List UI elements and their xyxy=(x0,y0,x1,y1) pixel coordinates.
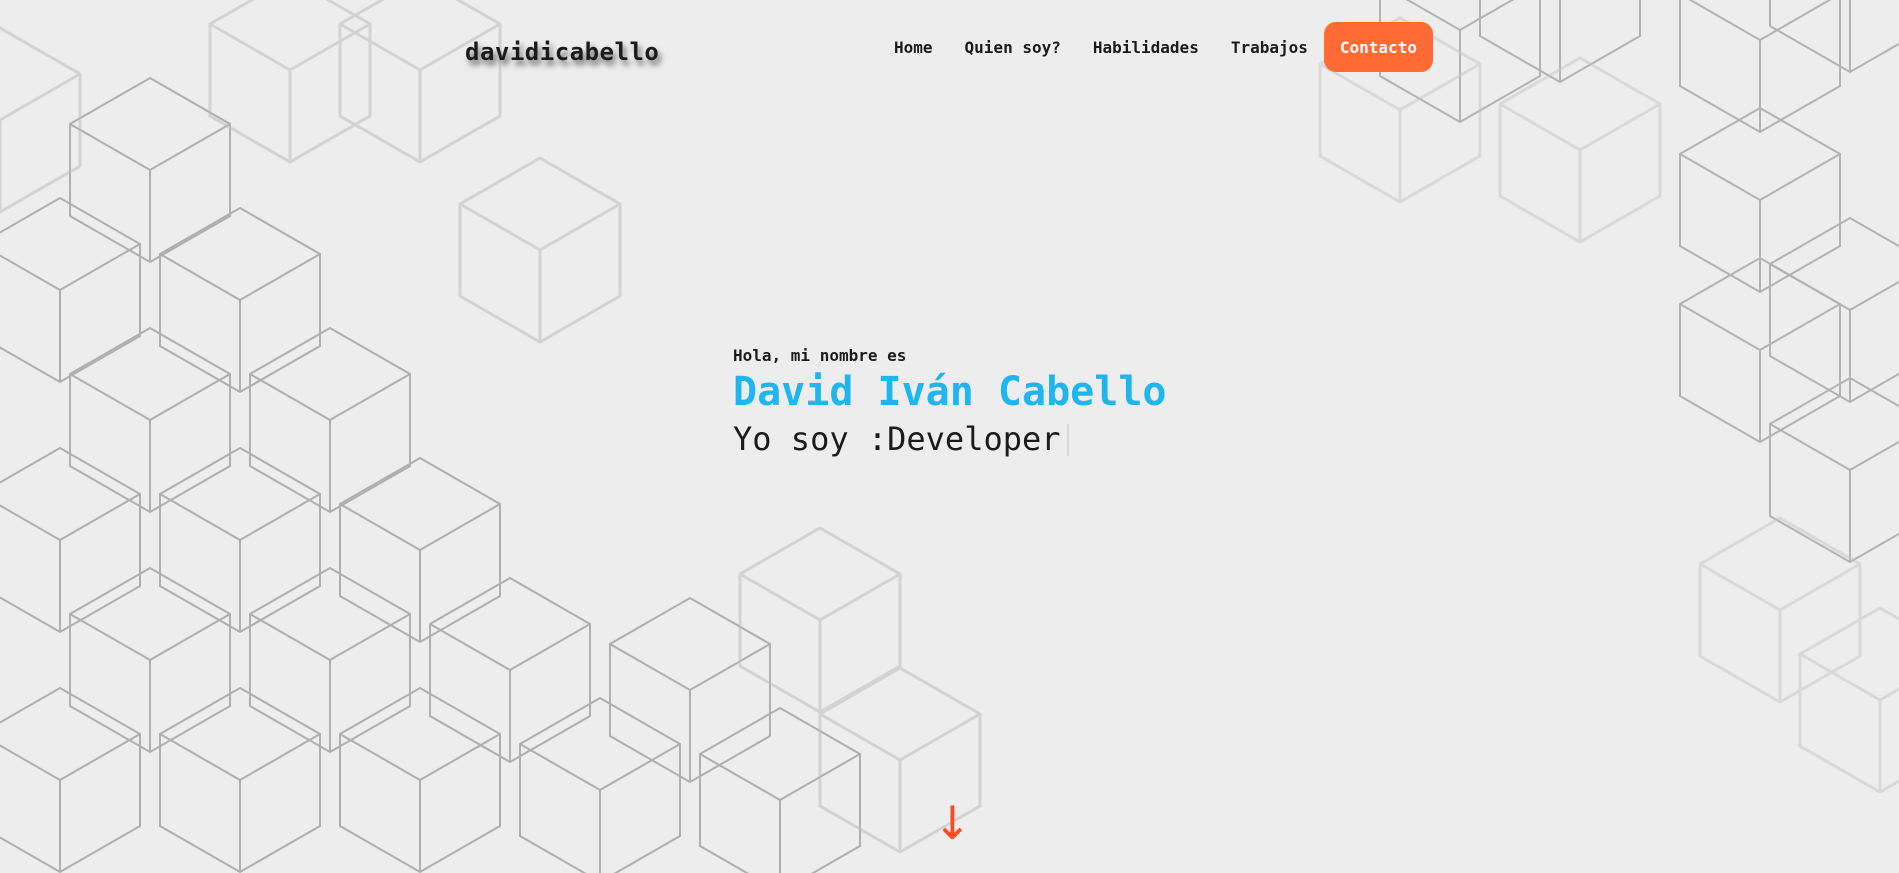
typing-cursor xyxy=(1066,424,1069,456)
hero-greeting: Hola, mi nombre es xyxy=(733,346,907,365)
main-nav: Home Quien soy? Habilidades Trabajos Con… xyxy=(878,22,1433,72)
nav-link-trabajos[interactable]: Trabajos xyxy=(1215,38,1324,57)
contact-button[interactable]: Contacto xyxy=(1323,22,1433,72)
site-logo[interactable]: davidicabello xyxy=(465,38,659,66)
arrow-down-icon[interactable]: ↓ xyxy=(933,800,972,846)
hero-role-prefix: Yo soy : xyxy=(733,420,888,458)
hero-name: David Iván Cabello xyxy=(733,369,1167,415)
hero-role: Developer xyxy=(887,420,1061,458)
page: davidicabello Home Quien soy? Habilidade… xyxy=(0,0,1899,873)
navbar: davidicabello Home Quien soy? Habilidade… xyxy=(0,0,1899,96)
hero-section: Hola, mi nombre es David Iván Cabello Yo… xyxy=(733,344,1166,462)
nav-link-quien-soy[interactable]: Quien soy? xyxy=(949,38,1077,57)
hero-role-line: Yo soy :Developer xyxy=(733,416,1166,462)
nav-link-habilidades[interactable]: Habilidades xyxy=(1077,38,1215,57)
nav-link-home[interactable]: Home xyxy=(878,38,949,57)
